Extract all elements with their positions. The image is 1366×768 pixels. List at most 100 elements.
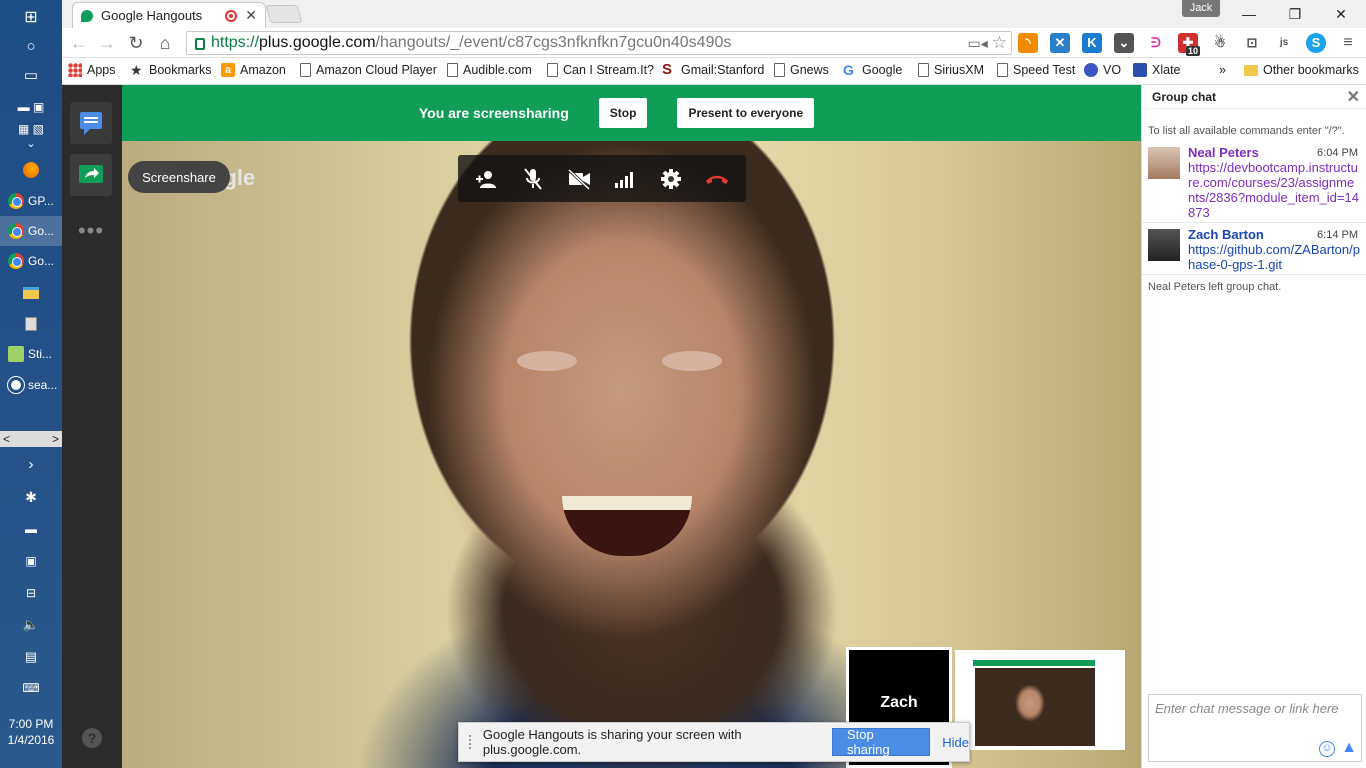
- bookmark-xlate[interactable]: Xlate: [1133, 63, 1181, 77]
- hangout-call-area: ••• ? You are screensharing Stop Present…: [62, 85, 1141, 768]
- tray-battery-icon[interactable]: ▣: [0, 546, 62, 576]
- tray-app-icon[interactable]: ✱: [0, 482, 62, 512]
- pink-extension-icon[interactable]: ᕭ: [1146, 33, 1166, 53]
- bookmark-gnews[interactable]: Gnews: [774, 63, 829, 77]
- drive-icon[interactable]: ▲: [1341, 739, 1357, 757]
- bookmarks-overflow-chevron-icon[interactable]: »: [1219, 63, 1226, 77]
- close-window-icon[interactable]: ✕: [1318, 2, 1364, 26]
- forward-icon[interactable]: →: [96, 33, 118, 55]
- address-bar[interactable]: https://plus.google.com/hangouts/_/event…: [186, 31, 1012, 55]
- js-extension-icon[interactable]: js: [1274, 33, 1294, 53]
- bookmark-label: Google: [862, 63, 903, 77]
- rss-extension-icon[interactable]: ◝: [1018, 33, 1038, 53]
- profile-button[interactable]: Jack: [1182, 0, 1220, 17]
- system-clock[interactable]: 7:00 PM 1/4/2016: [0, 716, 62, 748]
- minimize-icon[interactable]: —: [1226, 2, 1272, 26]
- chat-message-input[interactable]: Enter chat message or link here ☺ ▲: [1148, 694, 1362, 762]
- stanford-icon: S: [662, 61, 673, 78]
- firefox-icon[interactable]: [0, 155, 62, 185]
- mute-microphone-button[interactable]: [518, 164, 548, 194]
- taskbar-app-3[interactable]: Sti...: [0, 339, 62, 369]
- google-icon: G: [843, 62, 854, 78]
- url-path: /hangouts/_/event/c87cgs3nfknfkn7gcu0n40…: [375, 34, 732, 51]
- bookmark-amazon-cloud-player[interactable]: Amazon Cloud Player: [300, 63, 437, 77]
- help-icon[interactable]: ?: [82, 728, 102, 748]
- emoji-icon[interactable]: ☺: [1319, 741, 1335, 757]
- amazon-icon: a: [221, 63, 235, 77]
- bookmark-gmail-stanford[interactable]: S Gmail:Stanford: [662, 61, 764, 78]
- keyboard-icon[interactable]: ⌨: [0, 673, 62, 703]
- action-center-icon[interactable]: ▤: [0, 642, 62, 672]
- tab-close-icon[interactable]: ✕: [245, 7, 257, 24]
- bookmark-speed-test[interactable]: Speed Test: [997, 63, 1075, 77]
- invite-person-button[interactable]: [472, 164, 502, 194]
- message-link[interactable]: https://github.com/ZABarton/phase-0-gps-…: [1188, 242, 1360, 272]
- message-link[interactable]: https://devbootcamp.instructure.com/cour…: [1188, 160, 1360, 220]
- tray-power-icon[interactable]: ⊟: [0, 578, 62, 608]
- bookmark-amazon[interactable]: a Amazon: [221, 63, 286, 77]
- x-extension-icon[interactable]: ✕: [1050, 33, 1070, 53]
- badge-extension-icon[interactable]: ✚ 10: [1178, 33, 1200, 56]
- taskbar-app-1[interactable]: Go...: [0, 216, 62, 246]
- self-screen-thumbnail[interactable]: [955, 650, 1125, 750]
- show-hidden-icons-chevron-icon[interactable]: ›: [0, 449, 62, 479]
- settings-button[interactable]: [656, 164, 686, 194]
- screenshare-button[interactable]: [70, 154, 112, 196]
- k-extension-icon[interactable]: K: [1082, 33, 1102, 53]
- bookmarks-bar: Apps ★ Bookmarks a Amazon Amazon Cloud Pla…: [62, 58, 1366, 85]
- restore-icon[interactable]: ❐: [1272, 2, 1318, 26]
- back-icon[interactable]: ←: [68, 33, 90, 55]
- new-tab-button[interactable]: [265, 5, 303, 23]
- bookmark-label: Audible.com: [463, 63, 532, 77]
- bookmark-can-i-stream-it[interactable]: Can I Stream.It?: [547, 63, 654, 77]
- tab-google-hangouts[interactable]: Google Hangouts ✕: [72, 2, 266, 28]
- home-icon[interactable]: ⌂: [154, 33, 176, 55]
- apps-grid-icon: [68, 63, 82, 77]
- taskbar-app-2[interactable]: Go...: [0, 246, 62, 276]
- xlate-icon: [1133, 63, 1147, 77]
- bookmark-star-icon[interactable]: ☆: [992, 33, 1007, 53]
- taskbar-scrollbar[interactable]: < >: [0, 431, 62, 447]
- taskbar-app-0[interactable]: GP...: [0, 186, 62, 216]
- turn-camera-off-button[interactable]: [564, 164, 594, 194]
- hide-link[interactable]: Hide: [942, 735, 969, 750]
- start-windows-icon[interactable]: ⊞: [0, 2, 62, 32]
- star-icon: ★: [130, 62, 143, 78]
- chrome-icon: [8, 223, 24, 239]
- bandwidth-button[interactable]: [610, 164, 640, 194]
- task-view-icon[interactable]: ▭: [0, 60, 62, 90]
- scroll-right-icon[interactable]: >: [52, 432, 59, 446]
- bookmark-bookmarks[interactable]: ★ Bookmarks: [130, 63, 212, 77]
- chat-button[interactable]: [70, 102, 112, 144]
- drag-handle[interactable]: [469, 735, 473, 749]
- cast-icon[interactable]: ⊡: [1242, 33, 1262, 53]
- scroll-left-icon[interactable]: <: [3, 432, 10, 446]
- bookmark-other-bookmarks[interactable]: Other bookmarks: [1244, 63, 1359, 77]
- more-apps-icon[interactable]: •••: [70, 210, 112, 252]
- camera-permission-icon[interactable]: ▭◂: [967, 35, 987, 52]
- volume-icon[interactable]: 🔈: [0, 610, 62, 640]
- stop-sharing-button[interactable]: Stop sharing: [832, 727, 931, 757]
- tray-calendar-icon[interactable]: ▬: [0, 514, 62, 544]
- taskbar-app-4[interactable]: sea...: [0, 370, 62, 400]
- bookmark-vo[interactable]: VO: [1084, 63, 1121, 77]
- bookmark-siriusxm[interactable]: SiriusXM: [918, 63, 984, 77]
- bookmark-audible[interactable]: Audible.com: [447, 63, 532, 77]
- chrome-menu-icon[interactable]: ≡: [1338, 33, 1358, 53]
- end-call-button[interactable]: [702, 164, 732, 194]
- pocket-extension-icon[interactable]: ⌄: [1114, 33, 1134, 53]
- clock-time: 7:00 PM: [8, 717, 54, 731]
- bookmark-apps[interactable]: Apps: [68, 63, 116, 77]
- skype-icon[interactable]: S: [1306, 33, 1326, 53]
- bookmark-google[interactable]: G Google: [843, 63, 902, 77]
- reload-icon[interactable]: ↻: [125, 33, 147, 55]
- stop-button[interactable]: Stop: [598, 98, 648, 128]
- expand-chevron-icon[interactable]: ⌄: [0, 128, 62, 158]
- spy-extension-icon[interactable]: ☃: [1210, 33, 1230, 53]
- page-icon: [918, 63, 929, 77]
- present-to-everyone-button[interactable]: Present to everyone: [677, 98, 815, 128]
- close-chat-icon[interactable]: ✕: [1347, 87, 1360, 107]
- calculator-icon[interactable]: [0, 309, 62, 339]
- file-explorer-icon[interactable]: [0, 278, 62, 308]
- cortana-circle-icon[interactable]: ○: [0, 31, 62, 61]
